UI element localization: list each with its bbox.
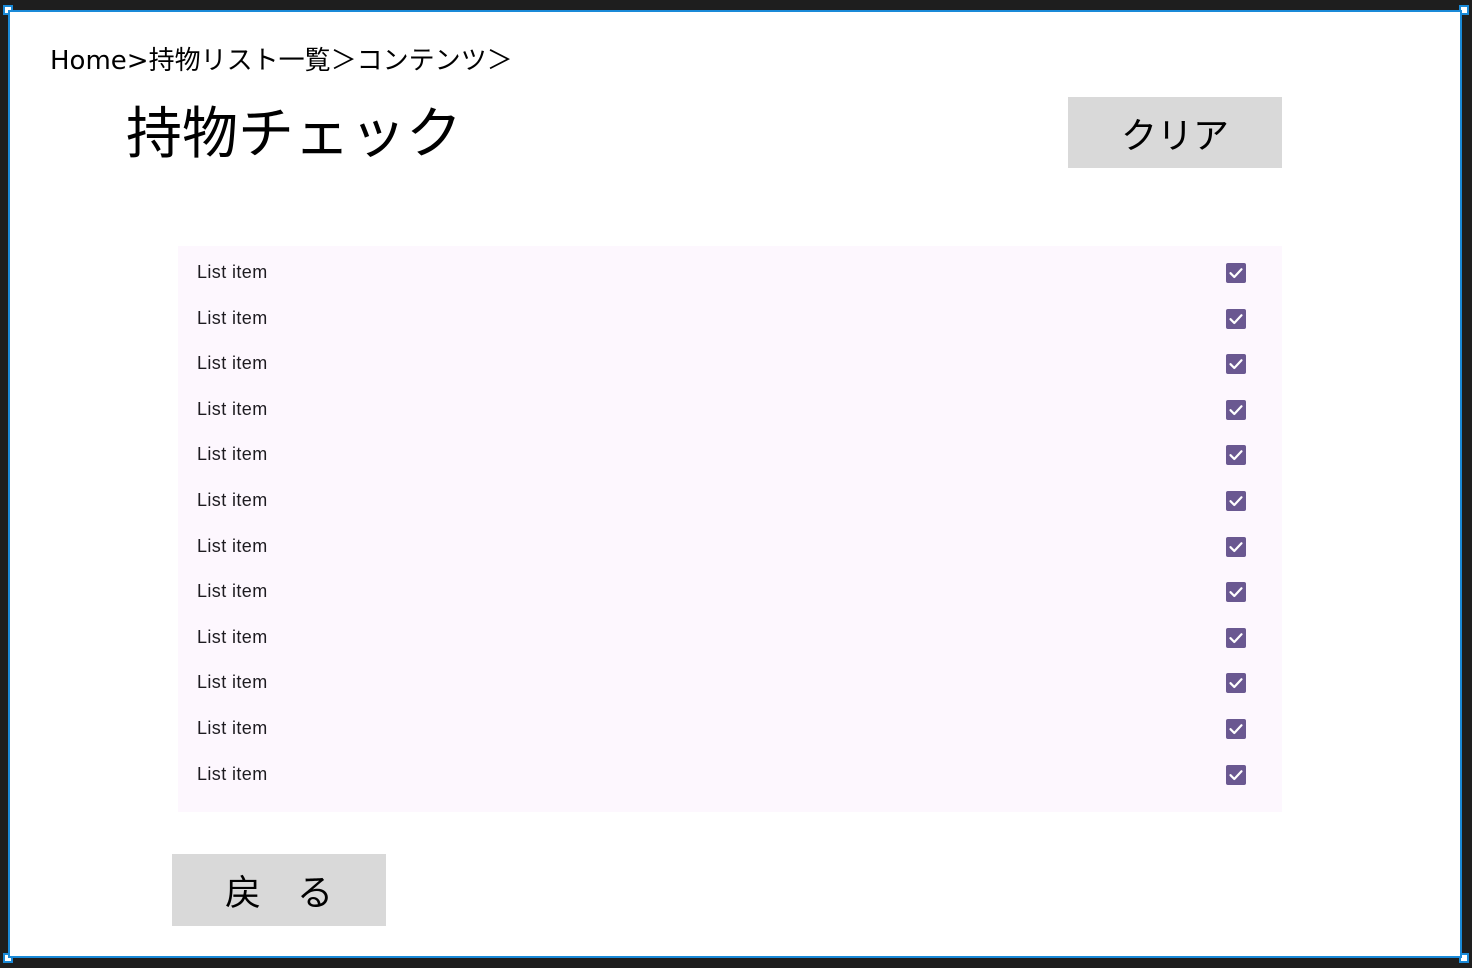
list-item-label: List item bbox=[197, 626, 268, 647]
list-item-label: List item bbox=[197, 718, 268, 738]
check-icon bbox=[1229, 450, 1243, 461]
list-item[interactable]: List item bbox=[178, 432, 1282, 472]
list-item[interactable]: List item bbox=[178, 660, 1282, 700]
list-item[interactable]: List item bbox=[178, 706, 1282, 746]
list-item-label: List item bbox=[197, 763, 268, 784]
check-icon bbox=[1229, 496, 1243, 507]
back-button[interactable]: 戻 る bbox=[172, 854, 386, 926]
list-item-label: List item bbox=[197, 398, 268, 419]
list-item-checkbox[interactable] bbox=[1226, 308, 1246, 329]
list-item-label: List item bbox=[197, 490, 268, 510]
list-item-label: List item bbox=[197, 353, 268, 374]
check-icon bbox=[1229, 587, 1243, 598]
list-item[interactable]: List item bbox=[178, 250, 1282, 290]
clear-button[interactable]: クリア bbox=[1068, 97, 1282, 168]
list-item[interactable]: List item bbox=[178, 615, 1282, 655]
page-title: 持物チェック bbox=[126, 102, 462, 167]
list-item[interactable]: List item bbox=[178, 341, 1282, 381]
list-item-checkbox[interactable] bbox=[1226, 764, 1246, 785]
list-item[interactable]: List item bbox=[178, 524, 1282, 564]
check-icon bbox=[1229, 359, 1243, 370]
check-icon bbox=[1229, 769, 1243, 780]
list-item-label: List item bbox=[197, 672, 268, 693]
list-item-label: List item bbox=[197, 262, 268, 282]
check-icon bbox=[1229, 678, 1243, 689]
list-item[interactable]: List item bbox=[178, 569, 1282, 609]
checklist: List item List item List item List item List… bbox=[178, 246, 1282, 812]
list-item-checkbox[interactable] bbox=[1226, 491, 1246, 511]
list-item-checkbox[interactable] bbox=[1226, 627, 1246, 648]
check-icon bbox=[1229, 632, 1243, 643]
list-item-label: List item bbox=[197, 535, 268, 556]
list-item-checkbox[interactable] bbox=[1226, 399, 1246, 420]
check-icon bbox=[1229, 541, 1243, 552]
list-item-checkbox[interactable] bbox=[1226, 445, 1246, 466]
list-item-checkbox[interactable] bbox=[1226, 536, 1246, 557]
list-item-label: List item bbox=[197, 581, 268, 602]
list-item-checkbox[interactable] bbox=[1226, 263, 1246, 283]
list-item-checkbox[interactable] bbox=[1226, 354, 1246, 375]
list-item-checkbox[interactable] bbox=[1226, 582, 1246, 603]
list-item-checkbox[interactable] bbox=[1226, 673, 1246, 694]
screen-frame: Home>持物リスト一覧＞コンテンツ＞ 持物チェック クリア List item… bbox=[8, 10, 1462, 958]
check-icon bbox=[1229, 268, 1243, 279]
check-icon bbox=[1229, 724, 1243, 735]
list-item-label: List item bbox=[197, 444, 268, 465]
list-item[interactable]: List item bbox=[178, 478, 1282, 518]
list-item-label: List item bbox=[197, 307, 268, 328]
check-icon bbox=[1229, 313, 1243, 324]
list-item[interactable]: List item bbox=[178, 387, 1282, 427]
list-item[interactable]: List item bbox=[178, 296, 1282, 336]
breadcrumb[interactable]: Home>持物リスト一覧＞コンテンツ＞ bbox=[50, 44, 513, 78]
list-item-checkbox[interactable] bbox=[1226, 719, 1246, 739]
check-icon bbox=[1229, 404, 1243, 415]
list-item[interactable]: List item bbox=[178, 752, 1282, 792]
